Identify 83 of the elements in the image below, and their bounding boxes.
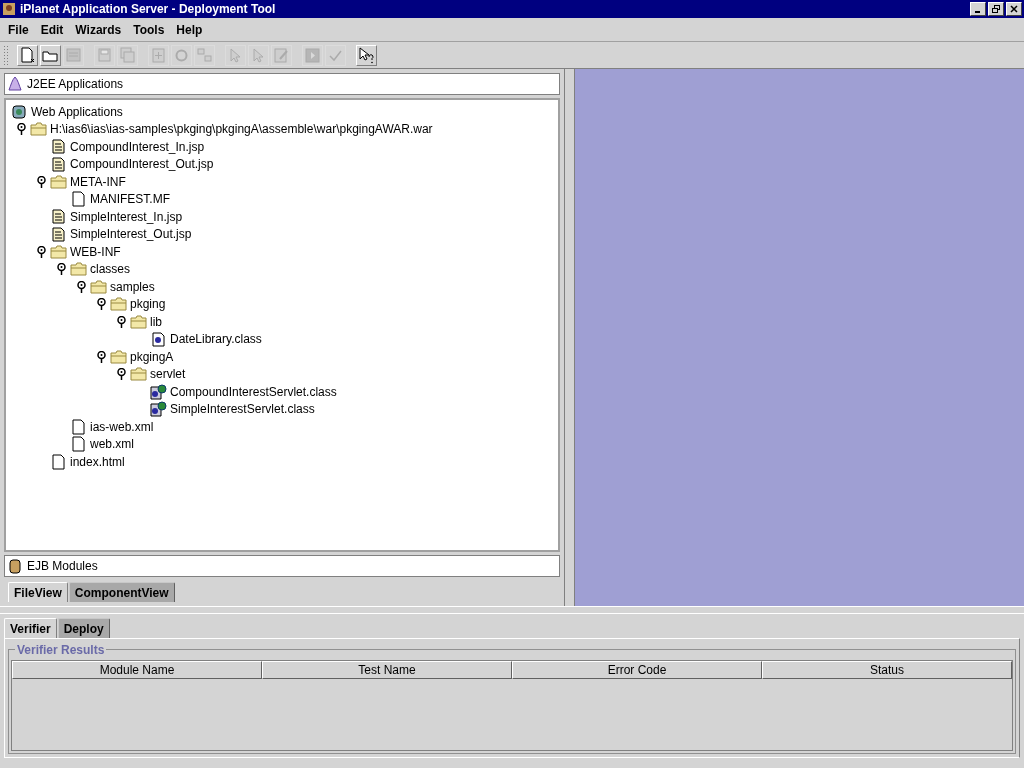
column-header[interactable]: Test Name xyxy=(262,661,512,679)
tree-item[interactable]: index.html xyxy=(70,452,125,471)
tab[interactable]: FileView xyxy=(8,582,68,602)
file-icon xyxy=(71,418,85,435)
folder-icon xyxy=(49,174,67,189)
section-header[interactable]: EJB Modules xyxy=(4,555,560,577)
tab[interactable]: ComponentView xyxy=(68,582,175,602)
menu-item[interactable]: Tools xyxy=(128,20,170,39)
expand-toggle-icon[interactable] xyxy=(116,368,126,381)
database-icon xyxy=(12,104,26,120)
expand-toggle-icon[interactable] xyxy=(76,280,86,293)
tree-item[interactable]: MANIFEST.MF xyxy=(90,190,170,209)
compare-icon xyxy=(195,45,214,65)
expand-toggle-icon[interactable] xyxy=(36,245,46,258)
tree-item[interactable]: CompoundInterest_In.jsp xyxy=(70,137,205,156)
tree-item[interactable]: CompoundInterest_Out.jsp xyxy=(70,155,214,174)
menu-item[interactable]: Wizards xyxy=(70,20,127,39)
expand-toggle-icon[interactable] xyxy=(96,350,106,363)
help-icon xyxy=(357,45,376,65)
tree-item[interactable]: samples xyxy=(110,277,155,296)
tree-item[interactable]: pkgingA xyxy=(130,347,174,366)
tree-item[interactable]: web.xml xyxy=(90,435,134,454)
document-icon xyxy=(51,139,65,155)
document-icon xyxy=(51,226,65,242)
jar-icon xyxy=(8,558,22,574)
tree-item[interactable]: META-INF xyxy=(70,172,126,191)
new-icon xyxy=(18,45,37,65)
menu-item[interactable]: Edit xyxy=(35,20,69,39)
restore-button[interactable] xyxy=(988,2,1004,16)
tree-item[interactable]: H:\ias6\ias\ias-samples\pkging\pkgingA\assemble\war\pkgingAWAR.war xyxy=(50,120,433,139)
column-header[interactable]: Module Name xyxy=(12,661,262,679)
close-icon xyxy=(1010,5,1018,13)
folder-icon xyxy=(49,244,67,259)
tree-item[interactable]: pkging xyxy=(130,295,166,314)
document-icon xyxy=(51,209,65,225)
section-header[interactable]: J2EE Applications xyxy=(4,73,560,95)
menu-item[interactable]: File xyxy=(3,20,34,39)
document-icon xyxy=(51,156,65,172)
expand-toggle-icon[interactable] xyxy=(56,263,66,276)
tree-item[interactable]: lib xyxy=(150,312,162,331)
expand-toggle-icon[interactable] xyxy=(116,315,126,328)
run-icon xyxy=(303,45,322,65)
folder-icon xyxy=(129,314,147,329)
tree-item[interactable]: Web Applications xyxy=(31,102,123,121)
folder-icon xyxy=(109,297,127,312)
tab[interactable]: Verifier xyxy=(4,618,57,638)
expand-toggle-icon[interactable] xyxy=(36,175,46,188)
file-icon xyxy=(71,436,85,453)
folder-icon xyxy=(69,262,87,277)
column-header[interactable]: Status xyxy=(762,661,1012,679)
servlet-class-icon xyxy=(149,383,167,400)
tree-item[interactable]: classes xyxy=(90,260,130,279)
servlet-class-icon xyxy=(149,401,167,418)
expand-toggle-icon[interactable] xyxy=(16,123,26,136)
tree-item[interactable]: CompoundInterestServlet.class xyxy=(170,382,337,401)
app-icon xyxy=(2,2,16,16)
expand-toggle-icon[interactable] xyxy=(96,298,106,311)
tab[interactable]: Deploy xyxy=(57,618,110,638)
file-icon xyxy=(51,453,65,470)
save-icon xyxy=(95,45,114,65)
file-icon xyxy=(71,191,85,208)
tree-item[interactable]: ias-web.xml xyxy=(90,417,154,436)
tree-item[interactable]: WEB-INF xyxy=(70,242,121,261)
class-file-icon xyxy=(151,331,165,347)
restore-icon xyxy=(992,5,1000,13)
tree-item[interactable]: SimpleInterest_Out.jsp xyxy=(70,225,192,244)
properties-icon xyxy=(64,45,83,65)
folder-icon xyxy=(89,279,107,294)
column-header[interactable]: Error Code xyxy=(512,661,762,679)
folder-icon xyxy=(109,349,127,364)
menu-item[interactable]: Help xyxy=(171,20,208,39)
add-icon xyxy=(149,45,168,65)
save-all-icon xyxy=(118,45,137,65)
edit-icon xyxy=(272,45,291,65)
window-title: iPlanet Application Server - Deployment Tool xyxy=(20,1,276,18)
tree-item[interactable]: servlet xyxy=(150,365,186,384)
close-button[interactable] xyxy=(1006,2,1022,16)
tree-item[interactable]: DateLibrary.class xyxy=(170,330,262,349)
minimize-button[interactable] xyxy=(970,2,986,16)
tree-item[interactable]: SimpleInterestServlet.class xyxy=(170,400,315,419)
tree-item[interactable]: SimpleInterest_In.jsp xyxy=(70,207,183,226)
folder-icon xyxy=(129,367,147,382)
folder-icon xyxy=(29,122,47,137)
